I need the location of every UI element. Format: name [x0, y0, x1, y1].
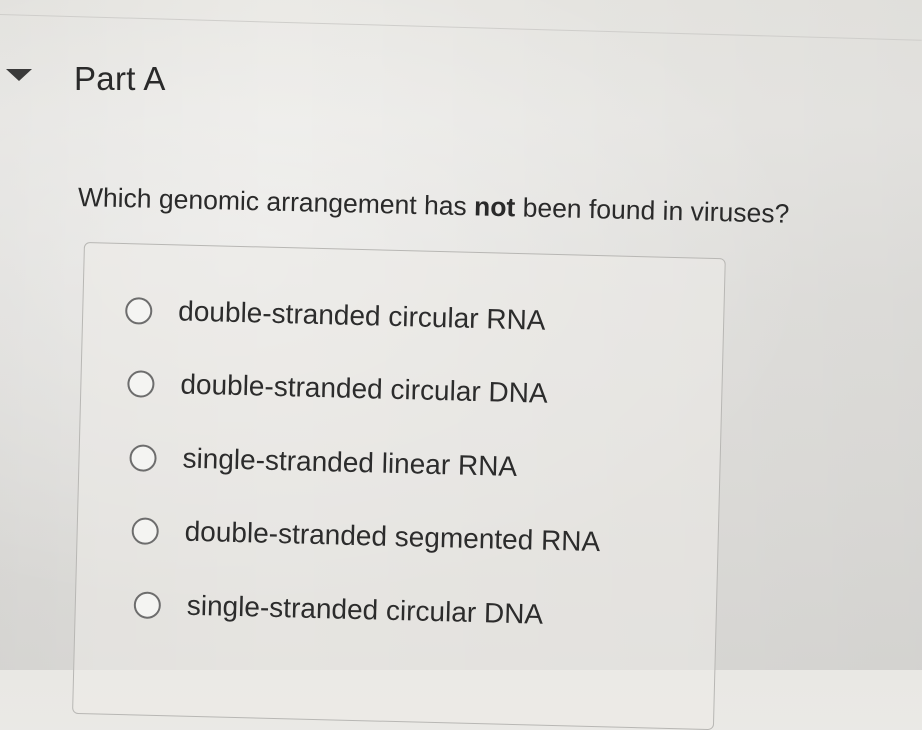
section-divider — [0, 14, 922, 41]
question-suffix: been found in viruses? — [514, 192, 790, 229]
radio-button[interactable] — [131, 516, 160, 545]
answer-option[interactable]: double-stranded segmented RNA — [131, 514, 601, 558]
part-title: Part A — [74, 60, 166, 97]
radio-button[interactable] — [133, 590, 162, 619]
answer-option-label: double-stranded circular DNA — [180, 368, 548, 409]
radio-button[interactable] — [129, 443, 157, 472]
answer-option-label: single-stranded linear RNA — [182, 442, 518, 483]
question-prefix: Which genomic arrangement has — [77, 182, 475, 222]
question-emphasis: not — [473, 191, 516, 223]
answer-option[interactable]: single-stranded linear RNA — [129, 441, 517, 483]
answer-option[interactable]: single-stranded circular DNA — [133, 588, 543, 630]
triangle-down-icon[interactable] — [6, 69, 32, 81]
radio-button[interactable] — [124, 296, 153, 325]
answer-option-label: single-stranded circular DNA — [186, 589, 544, 630]
question-text: Which genomic arrangement has not been f… — [78, 182, 899, 232]
part-a-toggle[interactable]: Part A — [0, 52, 400, 112]
radio-button[interactable] — [127, 369, 155, 398]
answer-options-box: double-stranded circular RNA double-stra… — [72, 242, 726, 730]
answer-option[interactable]: double-stranded circular DNA — [127, 367, 548, 410]
answer-option[interactable]: double-stranded circular RNA — [124, 294, 546, 337]
answer-option-label: double-stranded segmented RNA — [184, 515, 601, 558]
answer-option-label: double-stranded circular RNA — [177, 295, 546, 336]
